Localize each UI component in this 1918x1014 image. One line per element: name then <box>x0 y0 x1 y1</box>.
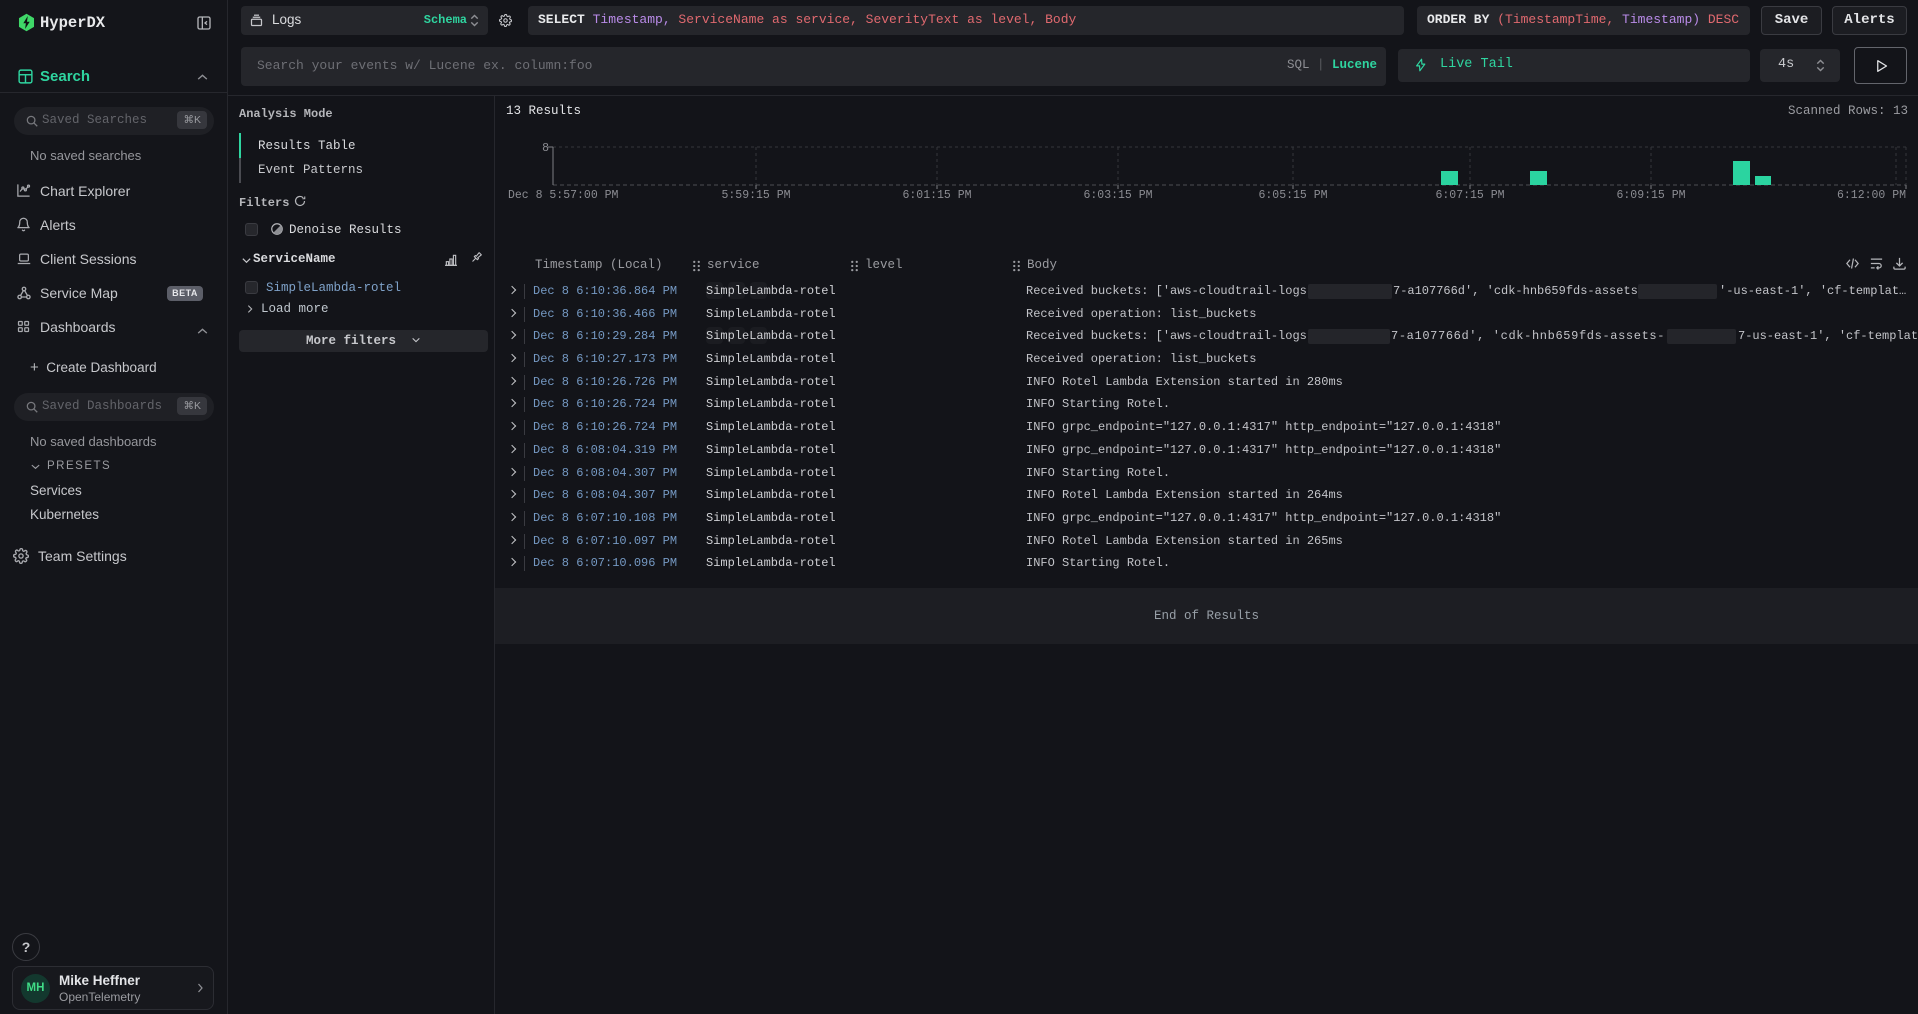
svg-text:8: 8 <box>542 142 549 155</box>
